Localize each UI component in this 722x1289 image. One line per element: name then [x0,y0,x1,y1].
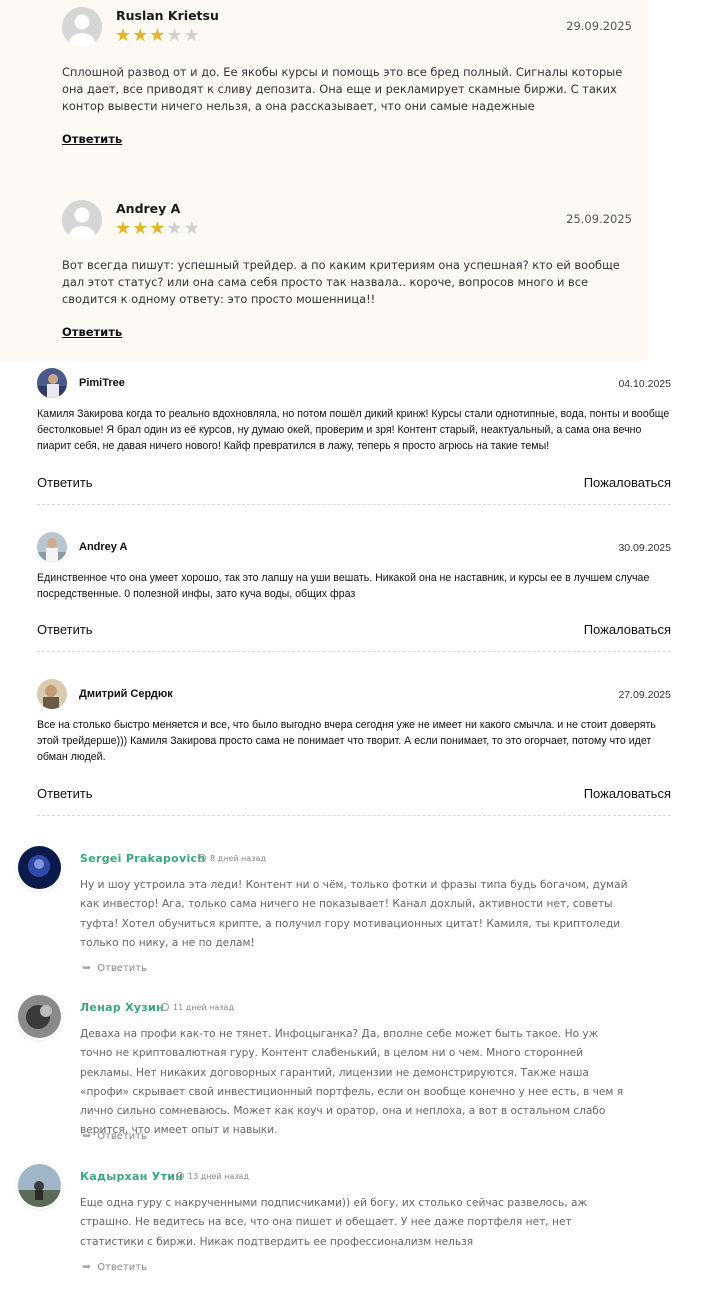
reply-button[interactable]: ➥ Ответить [82,1129,147,1142]
review-text: Сплошной развод от и до. Ее якобы курсы … [62,65,623,113]
star-filled-icon: ★ [115,218,133,239]
star-filled-icon: ★ [115,25,133,46]
avatar [37,368,67,398]
divider [37,651,671,652]
comment-date: 04.10.2025 [618,378,671,390]
comment-item: Andrey A 30.09.2025 Единственное что она… [37,532,671,657]
avatar-placeholder-icon [62,200,102,240]
comment-text: Камиля Закирова когда то реально вдохнов… [37,408,670,452]
comment-item: Кадырхан Утин 13 дней назад Еще одна гур… [18,1164,628,1279]
reply-button[interactable]: Ответить [37,786,93,801]
comment-text: Ну и шоу устроила эта леди! Контент ни о… [80,879,628,949]
complain-button[interactable]: Пожаловаться [584,475,671,490]
avatar [18,995,61,1038]
commenter-name: Andrey A [79,541,128,553]
star-filled-icon: ★ [149,25,167,46]
comment-date: 27.09.2025 [618,689,671,701]
reply-button[interactable]: Ответить [37,475,93,490]
comment-item: Sergei Prakapovich 8 дней назад Ну и шоу… [18,846,628,981]
avatar [37,679,67,709]
divider [37,504,671,505]
reviewer-name: Andrey A [116,201,181,216]
reply-label: Ответить [97,1262,148,1273]
clock-icon [176,1172,184,1180]
comment-text: Деваха на профи как-то не тянет. Инфоцыг… [80,1028,624,1137]
avatar [37,532,67,562]
star-empty-icon: ★ [183,25,201,46]
rating-stars: ★★★★★ [115,26,201,46]
review-text: Вот всегда пишут: успешный трейдер. а по… [62,258,620,306]
comment-time: 13 дней назад [176,1172,249,1181]
commenter-name: Sergei Prakapovich [80,852,206,865]
reply-label: Ответить [97,963,148,974]
rating-stars: ★★★★★ [115,219,201,239]
commenter-name: Дмитрий Сердюк [79,688,173,700]
comment-date: 30.09.2025 [618,542,671,554]
reply-arrow-icon: ➥ [82,1260,92,1273]
clock-icon [161,1003,169,1011]
comment-time: 11 дней назад [161,1003,234,1012]
reply-arrow-icon: ➥ [82,961,92,974]
star-empty-icon: ★ [166,25,184,46]
commenter-name: Ленар Хузин [80,1001,164,1014]
reply-arrow-icon: ➥ [82,1129,92,1142]
reply-label: Ответить [97,1131,148,1142]
review-date: 29.09.2025 [566,19,632,33]
comment-text: Все на столько быстро меняется и все, чт… [37,719,656,763]
reply-link[interactable]: Ответить [62,325,122,339]
review-card: Ruslan Krietsu ★★★★★ 29.09.2025 Сплошной… [62,7,632,157]
reply-button[interactable]: ➥ Ответить [82,1260,147,1273]
commenter-name: Кадырхан Утин [80,1170,184,1183]
comment-text: Еще одна гуру с накрученными подписчикам… [80,1197,587,1248]
reviews-panel: Ruslan Krietsu ★★★★★ 29.09.2025 Сплошной… [0,0,648,362]
commenter-name: PimiTree [79,377,125,389]
complain-button[interactable]: Пожаловаться [584,786,671,801]
time-label: 13 дней назад [188,1172,249,1181]
reply-button[interactable]: Ответить [37,622,93,637]
review-card: Andrey A ★★★★★ 25.09.2025 Вот всегда пиш… [62,200,632,350]
comment-item: Ленар Хузин 11 дней назад Деваха на проф… [18,995,628,1150]
time-label: 8 дней назад [210,854,266,863]
complain-button[interactable]: Пожаловаться [584,622,671,637]
reply-button[interactable]: ➥ Ответить [82,961,147,974]
reply-link[interactable]: Ответить [62,132,122,146]
avatar-placeholder-icon [62,7,102,47]
star-empty-icon: ★ [166,218,184,239]
divider [37,815,671,816]
avatar [18,1164,61,1207]
comment-item: Дмитрий Сердюк 27.09.2025 Все на столько… [37,679,671,819]
clock-icon [198,854,206,862]
reviewer-name: Ruslan Krietsu [116,8,219,23]
star-empty-icon: ★ [183,218,201,239]
comment-text: Единственное что она умеет хорошо, так э… [37,572,650,600]
avatar [18,846,61,889]
star-filled-icon: ★ [132,25,150,46]
comment-time: 8 дней назад [198,854,266,863]
review-date: 25.09.2025 [566,212,632,226]
comment-item: PimiTree 04.10.2025 Камиля Закирова когд… [37,368,671,508]
star-filled-icon: ★ [149,218,167,239]
time-label: 11 дней назад [173,1003,234,1012]
star-filled-icon: ★ [132,218,150,239]
